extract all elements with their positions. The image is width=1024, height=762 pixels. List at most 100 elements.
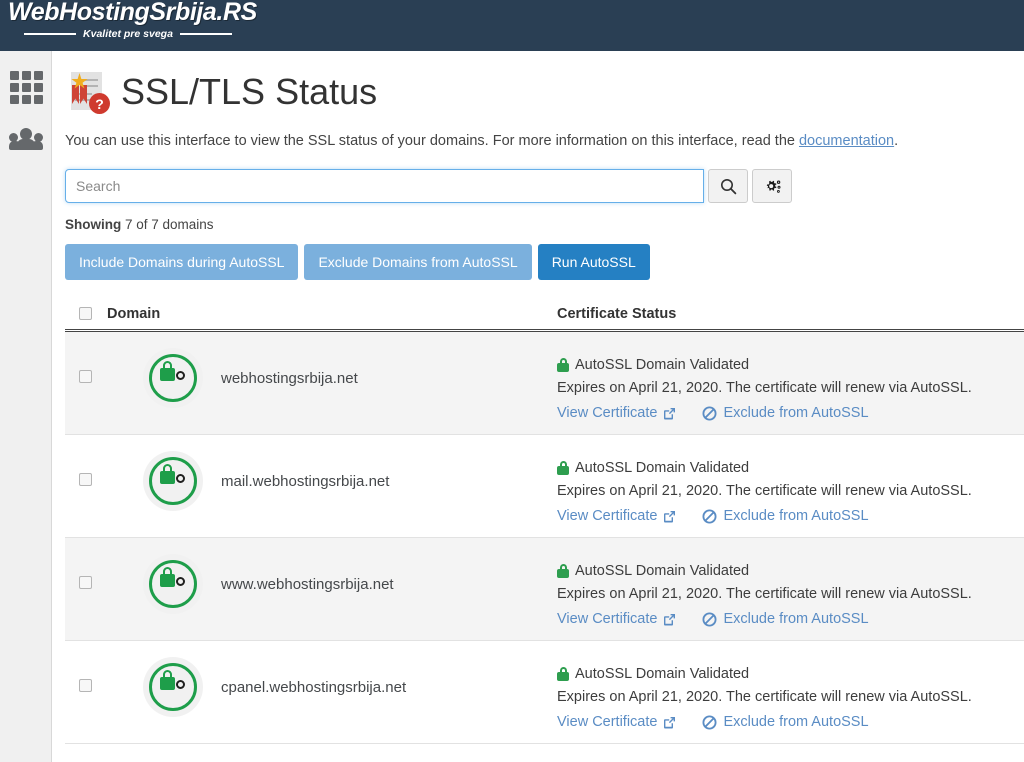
status-title: AutoSSL Domain Validated (575, 460, 750, 476)
site-logo[interactable]: WebHostingSrbija.RS Kvalitet pre svega (8, 0, 257, 40)
row-select-cell (65, 538, 107, 589)
logo-rule-right (179, 33, 232, 35)
status-detail: Expires on April 21, 2020. The certifica… (557, 380, 972, 396)
table-row: mail.webhostingsrbija.net AutoSSL Domain… (65, 435, 1024, 538)
status-title: AutoSSL Domain Validated (575, 666, 750, 682)
exclude-link-label: Exclude from AutoSSL (723, 405, 869, 421)
view-certificate-label: View Certificate (557, 508, 658, 524)
logo-text: WebHostingSrbija.RS (8, 0, 257, 26)
status-links: View Certificate Exclude from AutoSSL (557, 607, 1024, 631)
status-detail: Expires on April 21, 2020. The certifica… (557, 483, 972, 499)
question-badge: ? (89, 93, 110, 114)
exclude-from-autossl-link[interactable]: Exclude from AutoSSL (702, 710, 869, 734)
row-select-cell (65, 332, 107, 383)
row-status-cell: AutoSSL Domain Validated Expires on Apri… (557, 332, 1024, 425)
run-autossl-button[interactable]: Run AutoSSL (537, 244, 650, 280)
domain-name: www.webhostingsrbija.net (221, 575, 394, 593)
row-domain-cell: cpanel.webhostingsrbija.net (107, 641, 557, 717)
external-link-icon (664, 716, 676, 728)
sidebar-item-apps[interactable] (0, 61, 52, 113)
table-row: webhostingsrbija.net AutoSSL Domain Vali… (65, 332, 1024, 435)
table-header-status: Certificate Status (557, 305, 677, 322)
table-row: www.webhostingsrbija.net AutoSSL Domain … (65, 538, 1024, 641)
status-links: View Certificate Exclude from AutoSSL (557, 504, 1024, 528)
domains-table: Domain Certificate Status webhostingsrbi… (65, 298, 1024, 744)
status-detail: Expires on April 21, 2020. The certifica… (557, 586, 972, 602)
results-summary: Showing 7 of 7 domains (65, 217, 1024, 232)
domain-name: mail.webhostingsrbija.net (221, 472, 390, 490)
status-title: AutoSSL Domain Validated (575, 357, 750, 373)
intro-text-before: You can use this interface to view the S… (65, 133, 799, 149)
row-select-cell (65, 641, 107, 692)
external-link-icon (664, 407, 676, 419)
small-lock-icon (557, 358, 569, 372)
view-certificate-link[interactable]: View Certificate (557, 607, 676, 631)
external-link-icon (664, 510, 676, 522)
status-title-line: AutoSSL Domain Validated (557, 458, 1024, 478)
results-summary-count: 7 of 7 domains (121, 217, 214, 232)
lock-valid-icon (143, 657, 203, 717)
logo-tagline: Kvalitet pre svega (83, 28, 173, 40)
small-lock-icon (557, 461, 569, 475)
table-row: cpanel.webhostingsrbija.net AutoSSL Doma… (65, 641, 1024, 744)
view-certificate-link[interactable]: View Certificate (557, 401, 676, 425)
status-title: AutoSSL Domain Validated (575, 563, 750, 579)
exclude-from-autossl-link[interactable]: Exclude from AutoSSL (702, 504, 869, 528)
row-checkbox[interactable] (79, 679, 92, 692)
include-domains-button[interactable]: Include Domains during AutoSSL (65, 244, 299, 280)
view-certificate-label: View Certificate (557, 611, 658, 627)
cogs-icon (766, 180, 780, 193)
exclude-link-label: Exclude from AutoSSL (723, 611, 869, 627)
status-title-line: AutoSSL Domain Validated (557, 664, 1024, 684)
row-select-cell (65, 435, 107, 486)
row-checkbox[interactable] (79, 576, 92, 589)
small-lock-icon (557, 564, 569, 578)
top-header-bar: WebHostingSrbija.RS Kvalitet pre svega (0, 0, 1024, 51)
page-root: WebHostingSrbija.RS Kvalitet pre svega ?… (0, 0, 1024, 762)
row-checkbox[interactable] (79, 473, 92, 486)
page-title: SSL/TLS Status (121, 71, 378, 112)
search-icon (720, 178, 736, 194)
status-links: View Certificate Exclude from AutoSSL (557, 401, 1024, 425)
lock-valid-icon (143, 348, 203, 408)
view-certificate-label: View Certificate (557, 405, 658, 421)
exclude-from-autossl-link[interactable]: Exclude from AutoSSL (702, 607, 869, 631)
documentation-link[interactable]: documentation (799, 133, 894, 149)
small-lock-icon (557, 667, 569, 681)
row-checkbox[interactable] (79, 370, 92, 383)
results-summary-label: Showing (65, 217, 122, 232)
grid-icon (9, 70, 43, 104)
search-button[interactable] (708, 169, 748, 203)
search-input[interactable] (65, 169, 704, 203)
intro-text-after: . (894, 133, 899, 149)
sidebar-item-users[interactable] (0, 113, 52, 165)
row-domain-cell: webhostingsrbija.net (107, 332, 557, 408)
exclude-from-autossl-link[interactable]: Exclude from AutoSSL (702, 401, 869, 425)
view-certificate-label: View Certificate (557, 714, 658, 730)
domain-name: webhostingsrbija.net (221, 369, 358, 387)
status-title-line: AutoSSL Domain Validated (557, 561, 1024, 581)
lock-valid-icon (143, 554, 203, 614)
main-content: ? SSL/TLS Status You can use this interf… (53, 51, 1024, 762)
status-links: View Certificate Exclude from AutoSSL (557, 710, 1024, 734)
row-domain-cell: www.webhostingsrbija.net (107, 538, 557, 614)
lock-valid-icon (143, 451, 203, 511)
certificate-question-icon: ? (65, 69, 111, 115)
row-status-cell: AutoSSL Domain Validated Expires on Apri… (557, 641, 1024, 734)
left-sidebar (0, 51, 52, 762)
search-row (65, 169, 1024, 203)
people-icon (9, 128, 43, 150)
exclude-domains-button[interactable]: Exclude Domains from AutoSSL (304, 244, 532, 280)
row-status-cell: AutoSSL Domain Validated Expires on Apri… (557, 538, 1024, 631)
action-button-group: Include Domains during AutoSSL Exclude D… (65, 244, 1024, 280)
status-title-line: AutoSSL Domain Validated (557, 355, 1024, 375)
search-settings-button[interactable] (752, 169, 792, 203)
external-link-icon (664, 613, 676, 625)
view-certificate-link[interactable]: View Certificate (557, 710, 676, 734)
ban-icon (702, 509, 717, 523)
view-certificate-link[interactable]: View Certificate (557, 504, 676, 528)
exclude-link-label: Exclude from AutoSSL (723, 508, 869, 524)
select-all-checkbox[interactable] (79, 307, 92, 320)
ban-icon (702, 612, 717, 626)
ban-icon (702, 406, 717, 420)
